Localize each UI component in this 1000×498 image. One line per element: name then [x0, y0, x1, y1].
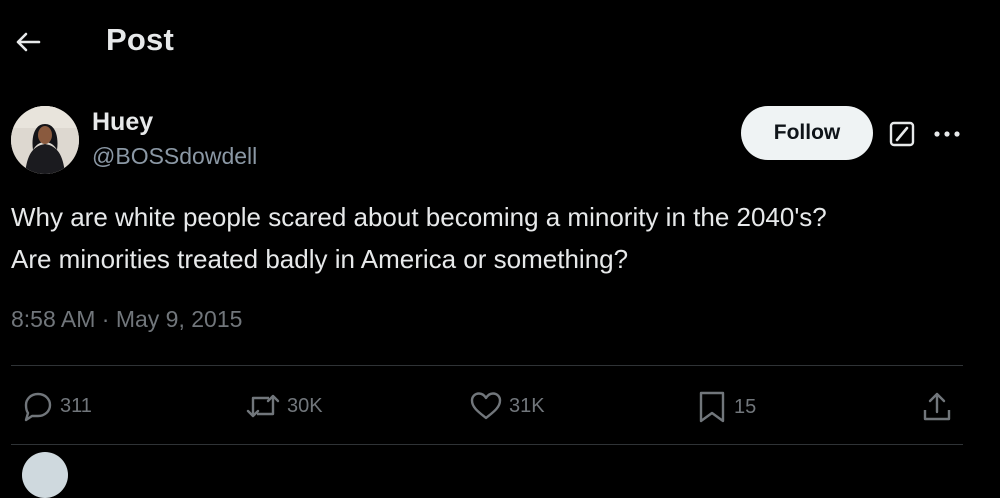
- reply-icon: [24, 392, 52, 422]
- top-bar: Post: [0, 0, 1000, 84]
- share-button[interactable]: [920, 390, 954, 424]
- repost-icon: [246, 394, 280, 418]
- repost-button[interactable]: 30K: [245, 390, 323, 422]
- reply-avatar[interactable]: [22, 452, 68, 498]
- tweet-timestamp: 8:58 AM · May 9, 2015: [11, 306, 242, 333]
- tweet-date[interactable]: May 9, 2015: [116, 306, 243, 332]
- back-button[interactable]: [12, 26, 44, 58]
- follow-button[interactable]: Follow: [741, 106, 873, 160]
- grok-button[interactable]: [888, 120, 916, 148]
- grok-icon: [889, 121, 915, 147]
- timestamp-separator: ·: [101, 306, 110, 332]
- author-name[interactable]: Huey: [92, 108, 153, 137]
- tweet-text: Why are white people scared about becomi…: [11, 196, 986, 280]
- tweet-text-line: Why are white people scared about becomi…: [11, 202, 827, 232]
- like-icon: [470, 392, 502, 420]
- like-button[interactable]: 31K: [469, 390, 545, 422]
- tweet-text-line: Are minorities treated badly in America …: [11, 244, 629, 274]
- page-title: Post: [106, 22, 174, 57]
- repost-count: 30K: [287, 394, 323, 417]
- arrow-left-icon: [16, 32, 41, 52]
- divider: [11, 365, 963, 366]
- bookmark-button[interactable]: 15: [696, 390, 756, 424]
- more-options-button[interactable]: [930, 122, 964, 146]
- share-icon: [923, 392, 951, 421]
- avatar[interactable]: [11, 106, 79, 174]
- divider: [11, 444, 963, 445]
- more-icon: [934, 131, 960, 137]
- author-handle[interactable]: @BOSSdowdell: [92, 143, 257, 170]
- bookmark-icon: [699, 391, 725, 423]
- bookmark-count: 15: [734, 395, 757, 418]
- reply-button[interactable]: 311: [22, 390, 92, 422]
- avatar-image: [11, 106, 79, 174]
- reply-count: 311: [60, 394, 92, 417]
- tweet-time[interactable]: 8:58 AM: [11, 306, 95, 332]
- like-count: 31K: [509, 394, 545, 417]
